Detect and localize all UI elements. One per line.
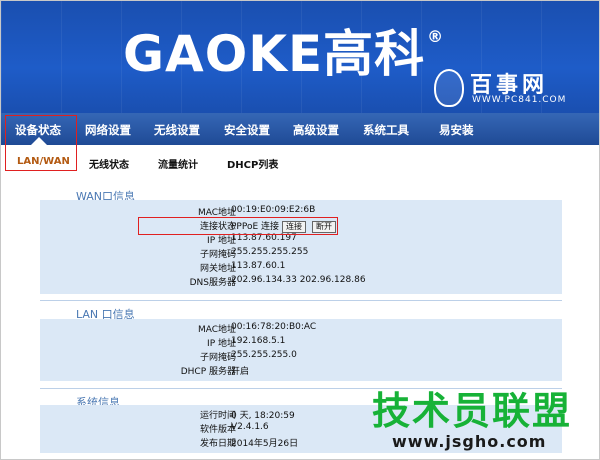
wan-gateway-value: 113.87.60.1 — [231, 261, 286, 271]
wan-dns-value: 202.96.134.33 202.96.128.86 — [231, 275, 366, 285]
watermark-jsgho: 技术员联盟 — [372, 389, 573, 433]
wan-row-subnet: 子网掩码 255.255.255.255 — [40, 247, 562, 261]
brand-logo: GAOKE高科 ® — [123, 27, 445, 80]
wan-subnet-label: 子网掩码 — [199, 250, 236, 260]
system-firmware-value: V2.4.1.6 — [231, 422, 269, 432]
wan-section: MAC地址 00:19:E0:09:E2:6B 连接状态 PPPoE 连接 连接断… — [40, 200, 562, 294]
highlight-box-nav — [5, 115, 77, 171]
nav-item-security-settings[interactable]: 安全设置 — [224, 122, 270, 138]
nav-item-system-tools[interactable]: 系统工具 — [363, 122, 409, 138]
lan-mac-label: MAC地址 — [197, 325, 236, 335]
wan-row-gateway: 网关地址 113.87.60.1 — [40, 261, 562, 275]
subnav-item-traffic-stats[interactable]: 流量统计 — [158, 156, 198, 171]
lan-subnet-value: 255.255.255.0 — [231, 350, 297, 360]
lan-row-dhcp: DHCP 服务器 开启 — [40, 364, 562, 378]
registered-mark: ® — [427, 27, 445, 46]
lan-row-mac: MAC地址 00:16:78:20:B0:AC — [40, 322, 562, 336]
main-nav: 设备状态 网络设置 无线设置 安全设置 高级设置 系统工具 易安装 — [1, 113, 599, 145]
wan-row-dns: DNS服务器 202.96.134.33 202.96.128.86 — [40, 275, 562, 289]
header-banner: GAOKE高科 ® 百事网 WWW.PC841.COM — [1, 1, 599, 113]
wan-dns-label: DNS服务器 — [189, 278, 236, 288]
lan-dhcp-value: 开启 — [231, 367, 250, 377]
nav-item-advanced-settings[interactable]: 高级设置 — [293, 122, 339, 138]
system-release-value: 2014年5月26日 — [231, 439, 299, 449]
lan-row-ip: IP 地址 192.168.5.1 — [40, 336, 562, 350]
brand-logo-text: GAOKE高科 — [123, 25, 426, 83]
lan-section: MAC地址 00:16:78:20:B0:AC IP 地址 192.168.5.… — [40, 319, 562, 381]
watermark-jsgho-url: www.jsgho.com — [392, 432, 547, 451]
system-firmware-label: 软件版本 — [199, 425, 236, 435]
nav-item-wireless-settings[interactable]: 无线设置 — [154, 122, 200, 138]
lan-dhcp-label: DHCP 服务器 — [180, 367, 236, 377]
sub-nav: LAN/WAN 无线状态 流量统计 DHCP列表 — [1, 145, 599, 177]
system-uptime-label: 运行时间 — [199, 411, 236, 421]
lan-mac-value: 00:16:78:20:B0:AC — [231, 322, 317, 332]
watermark-pc841-url: WWW.PC841.COM — [472, 95, 567, 105]
lan-subnet-label: 子网掩码 — [199, 353, 236, 363]
divider — [40, 300, 562, 301]
lan-ip-label: IP 地址 — [207, 339, 236, 349]
lan-row-subnet: 子网掩码 255.255.255.0 — [40, 350, 562, 364]
watermark-pc841: 百事网 WWW.PC841.COM — [426, 63, 576, 109]
highlight-box-connection — [138, 217, 338, 235]
nav-item-network-settings[interactable]: 网络设置 — [85, 122, 131, 138]
mouse-icon — [434, 69, 464, 107]
subnav-item-wireless-status[interactable]: 无线状态 — [89, 156, 129, 171]
system-uptime-value: 0 天, 18:20:59 — [231, 411, 295, 421]
nav-item-easy-install[interactable]: 易安装 — [439, 122, 474, 138]
system-release-label: 发布日期 — [199, 439, 236, 449]
subnav-item-dhcp-list[interactable]: DHCP列表 — [227, 156, 278, 171]
wan-subnet-value: 255.255.255.255 — [231, 247, 309, 257]
wan-gateway-label: 网关地址 — [199, 264, 236, 274]
lan-ip-value: 192.168.5.1 — [231, 336, 286, 346]
wan-row-ip: IP 地址 113.87.60.197 — [40, 233, 562, 247]
wan-mac-value: 00:19:E0:09:E2:6B — [231, 205, 316, 215]
